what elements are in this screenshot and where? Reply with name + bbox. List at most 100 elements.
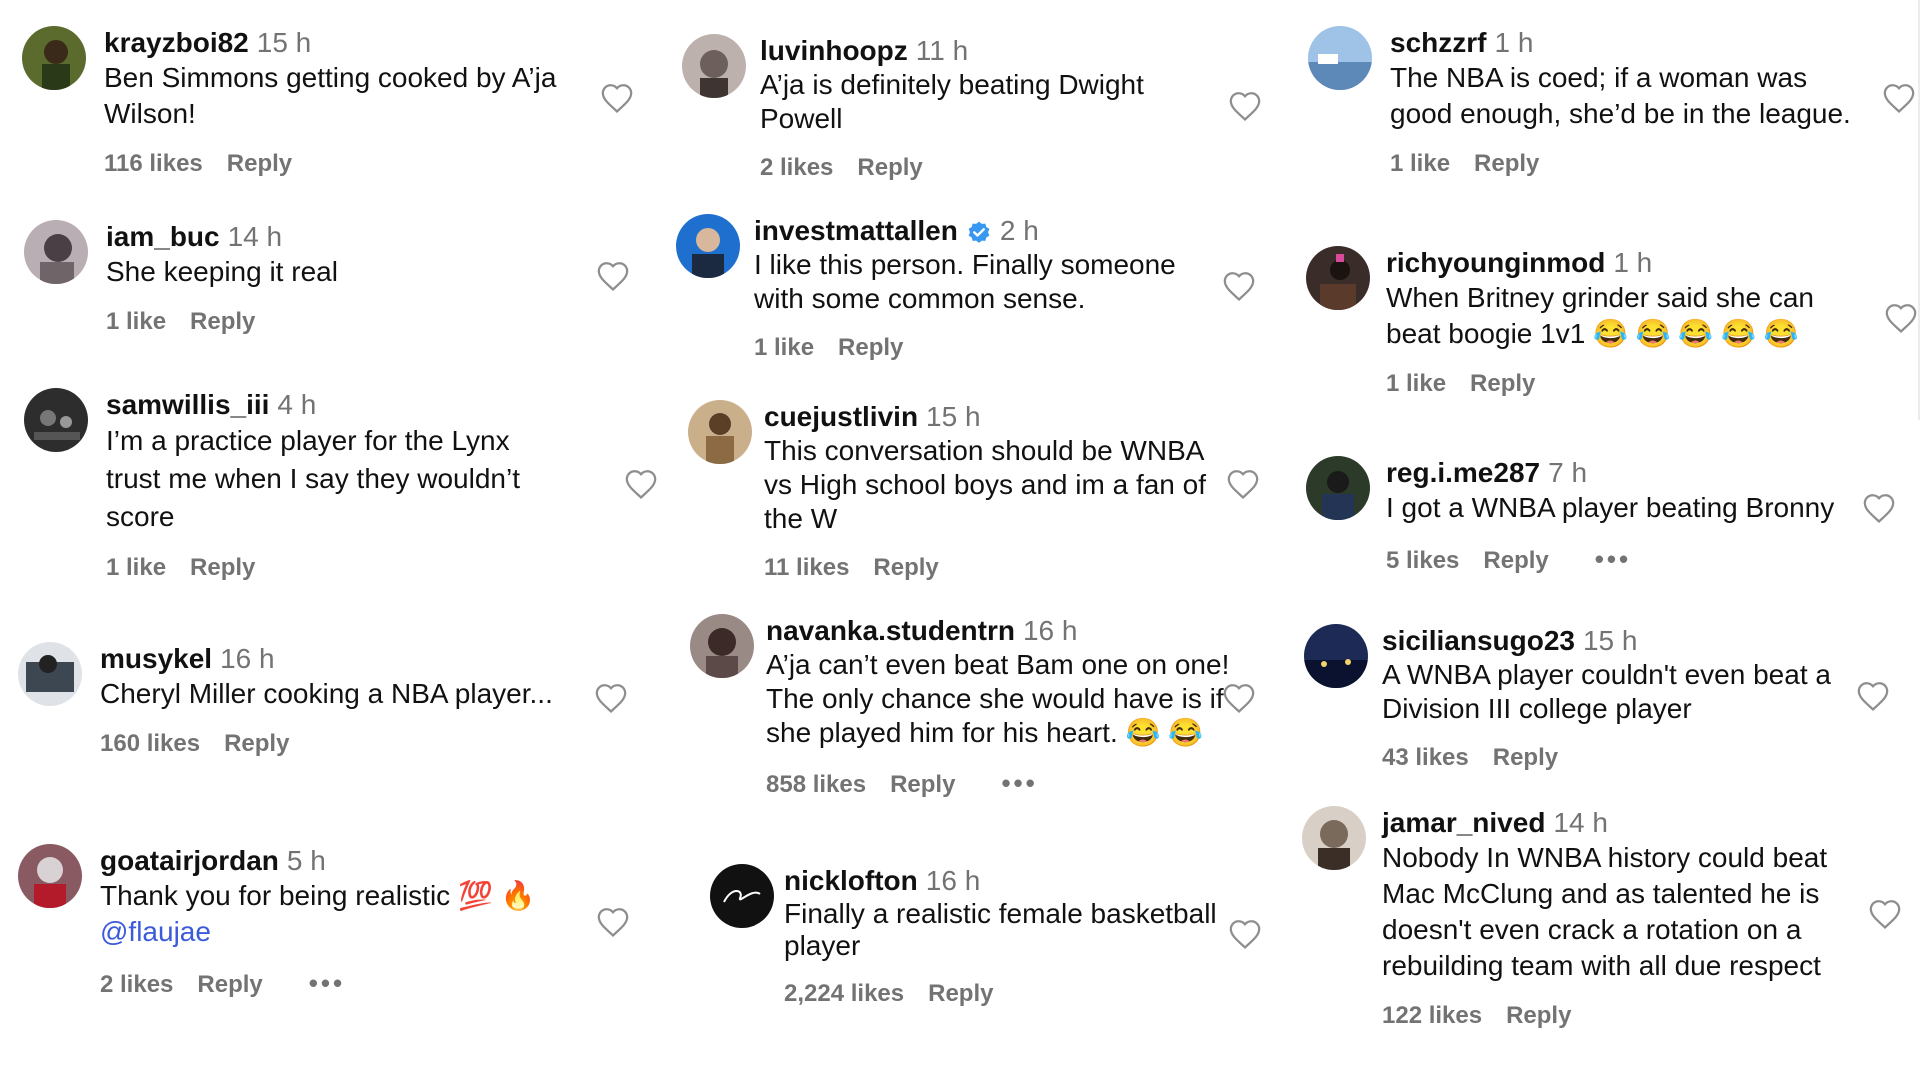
- username[interactable]: musykel: [100, 643, 212, 674]
- timestamp: 1 h: [1613, 247, 1653, 278]
- more-options-icon[interactable]: •••: [1001, 768, 1037, 798]
- likes-count[interactable]: 2,224 likes: [784, 980, 904, 1007]
- comment-text: A WNBA player couldn't even beat a Divisi…: [1382, 659, 1831, 724]
- likes-count[interactable]: 1 like: [106, 554, 166, 581]
- comment-body: iam_buc 14 h She keeping it real 1 like Re…: [106, 220, 338, 336]
- likes-count[interactable]: 122 likes: [1382, 1002, 1482, 1029]
- timestamp: 1 h: [1494, 27, 1534, 58]
- avatar[interactable]: [1306, 246, 1370, 310]
- avatar[interactable]: [710, 864, 774, 928]
- comment-text: Finally a realistic female basketball pla…: [784, 898, 1217, 961]
- comment-text: I like this person. Finally someone with …: [754, 249, 1176, 314]
- avatar[interactable]: [18, 844, 82, 908]
- avatar[interactable]: [682, 34, 746, 98]
- heart-icon[interactable]: [596, 260, 630, 292]
- timestamp: 4 h: [277, 389, 317, 420]
- likes-count[interactable]: 160 likes: [100, 730, 200, 757]
- more-options-icon[interactable]: •••: [1595, 544, 1631, 574]
- avatar[interactable]: [690, 614, 754, 678]
- comment-text: She keeping it real: [106, 256, 338, 287]
- timestamp: 11 h: [915, 35, 969, 66]
- comment-body: schzzrf 1 h The NBA is coed; if a woman w…: [1390, 26, 1851, 178]
- avatar[interactable]: [22, 26, 86, 90]
- heart-icon[interactable]: [1222, 270, 1256, 302]
- username[interactable]: schzzrf: [1390, 27, 1486, 58]
- likes-count[interactable]: 1 like: [106, 308, 166, 335]
- reply-button[interactable]: Reply: [227, 150, 292, 177]
- avatar[interactable]: [676, 214, 740, 278]
- username[interactable]: jamar_nived: [1382, 807, 1545, 838]
- reply-button[interactable]: Reply: [1506, 1002, 1571, 1029]
- comment-text: The NBA is coed; if a woman was good enou…: [1390, 62, 1851, 129]
- reply-button[interactable]: Reply: [1493, 744, 1558, 771]
- username[interactable]: cuejustlivin: [764, 401, 918, 432]
- likes-count[interactable]: 43 likes: [1382, 744, 1469, 771]
- username[interactable]: reg.i.me287: [1386, 457, 1540, 488]
- comment-body: jamar_nived 14 h Nobody In WNBA history c…: [1382, 806, 1827, 1030]
- username[interactable]: goatairjordan: [100, 845, 279, 876]
- likes-count[interactable]: 1 like: [1390, 150, 1450, 177]
- mention-link[interactable]: @flaujae: [100, 914, 535, 950]
- more-options-icon[interactable]: •••: [309, 968, 345, 998]
- heart-icon[interactable]: [1882, 82, 1916, 114]
- avatar[interactable]: [688, 400, 752, 464]
- heart-icon[interactable]: [1856, 680, 1890, 712]
- heart-icon[interactable]: [1884, 302, 1918, 334]
- username[interactable]: siciliansugo23: [1382, 625, 1575, 656]
- username[interactable]: iam_buc: [106, 221, 220, 252]
- likes-count[interactable]: 2 likes: [760, 154, 833, 181]
- username[interactable]: navanka.studentrn: [766, 615, 1015, 646]
- likes-count[interactable]: 1 like: [754, 334, 814, 361]
- likes-count[interactable]: 858 likes: [766, 771, 866, 798]
- timestamp: 2 h: [999, 215, 1039, 246]
- reply-button[interactable]: Reply: [197, 971, 262, 998]
- likes-count[interactable]: 2 likes: [100, 971, 173, 998]
- heart-icon[interactable]: [596, 906, 630, 938]
- comment-text: Cheryl Miller cooking a NBA player...: [100, 678, 553, 709]
- reply-button[interactable]: Reply: [1470, 370, 1535, 397]
- username[interactable]: luvinhoopz: [760, 35, 908, 66]
- heart-icon[interactable]: [1862, 492, 1896, 524]
- username[interactable]: samwillis_iii: [106, 389, 269, 420]
- avatar[interactable]: [1304, 624, 1368, 688]
- reply-button[interactable]: Reply: [873, 554, 938, 581]
- timestamp: 7 h: [1548, 457, 1588, 488]
- heart-icon[interactable]: [600, 82, 634, 114]
- comment-body: luvinhoopz 11 h A’ja is definitely beatin…: [760, 34, 1144, 182]
- reply-button[interactable]: Reply: [1474, 150, 1539, 177]
- username[interactable]: richyounginmod: [1386, 247, 1605, 278]
- avatar[interactable]: [24, 388, 88, 452]
- likes-count[interactable]: 11 likes: [764, 554, 849, 581]
- avatar[interactable]: [24, 220, 88, 284]
- reply-button[interactable]: Reply: [890, 771, 955, 798]
- reply-button[interactable]: Reply: [190, 554, 255, 581]
- avatar[interactable]: [1302, 806, 1366, 870]
- username[interactable]: nicklofton: [784, 865, 918, 896]
- timestamp: 15 h: [1582, 625, 1638, 656]
- timestamp: 15 h: [926, 401, 981, 432]
- username[interactable]: investmattallen: [754, 215, 958, 246]
- username[interactable]: krayzboi82: [104, 27, 249, 58]
- reply-button[interactable]: Reply: [857, 154, 922, 181]
- reply-button[interactable]: Reply: [224, 730, 289, 757]
- comment-text: This conversation should be WNBA vs High …: [764, 435, 1207, 534]
- comment-body: nicklofton 16 h Finally a realistic femal…: [784, 864, 1217, 1008]
- likes-count[interactable]: 1 like: [1386, 370, 1446, 397]
- heart-icon[interactable]: [1222, 682, 1256, 714]
- avatar[interactable]: [1306, 456, 1370, 520]
- reply-button[interactable]: Reply: [838, 334, 903, 361]
- likes-count[interactable]: 116 likes: [104, 150, 203, 177]
- comment-text: Nobody In WNBA history could beat Mac McC…: [1382, 842, 1828, 981]
- heart-icon[interactable]: [1228, 90, 1262, 122]
- heart-icon[interactable]: [594, 682, 628, 714]
- reply-button[interactable]: Reply: [1483, 547, 1548, 574]
- heart-icon[interactable]: [1228, 918, 1262, 950]
- avatar[interactable]: [18, 642, 82, 706]
- avatar[interactable]: [1308, 26, 1372, 90]
- likes-count[interactable]: 5 likes: [1386, 547, 1459, 574]
- reply-button[interactable]: Reply: [928, 980, 993, 1007]
- heart-icon[interactable]: [1868, 898, 1902, 930]
- heart-icon[interactable]: [1226, 468, 1260, 500]
- heart-icon[interactable]: [624, 468, 658, 500]
- reply-button[interactable]: Reply: [190, 308, 255, 335]
